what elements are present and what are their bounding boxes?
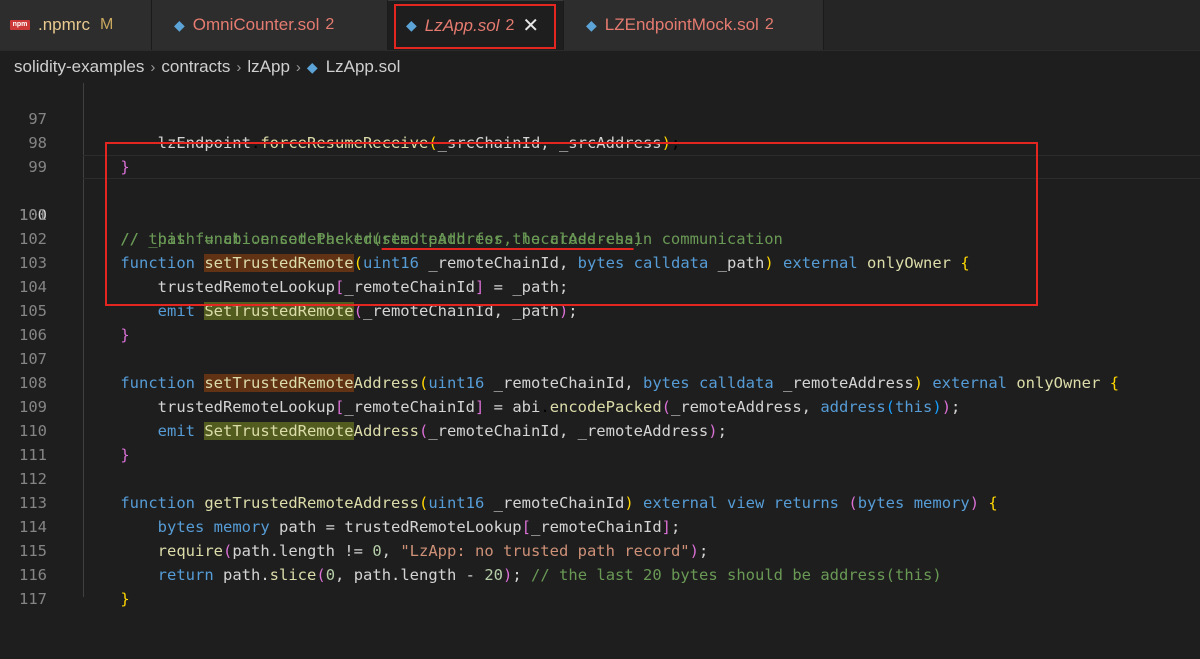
breadcrumb-item[interactable]: solidity-examples xyxy=(14,57,144,77)
code-line[interactable]: 113 bytes memory path = trustedRemoteLoo… xyxy=(0,467,1200,536)
code-line[interactable]: 117 xyxy=(0,563,1200,608)
tab-label: LZEndpointMock.sol xyxy=(604,15,759,34)
tab-bar: npm .npmrc M ◆ OmniCounter.sol 2 ◆ LzApp… xyxy=(0,0,1200,51)
tab-label: OmniCounter.sol xyxy=(192,15,320,34)
tab-badge: M xyxy=(99,16,114,33)
code-line[interactable]: 98 } xyxy=(0,107,1200,176)
code-line[interactable]: 112 function getTrustedRemoteAddress(uin… xyxy=(0,443,1200,512)
tab-badge: 2 xyxy=(325,16,335,33)
code-line[interactable]: 109 emit SetTrustedRemoteAddress(_remote… xyxy=(0,371,1200,440)
breadcrumb-item[interactable]: contracts xyxy=(161,57,230,77)
code-line[interactable]: 111 xyxy=(0,419,1200,464)
tab-badge: 2 xyxy=(764,16,774,33)
tab-lzendpointmock[interactable]: ◆ LZEndpointMock.sol 2 xyxy=(564,0,824,50)
tab-omnicounter[interactable]: ◆ OmniCounter.sol 2 xyxy=(152,0,388,50)
breadcrumb: solidity-examples › contracts › lzApp › … xyxy=(0,51,1200,83)
code-line[interactable]: 97 lzEndpoint.forceResumeReceive(_srcCha… xyxy=(0,83,1200,152)
solidity-icon: ◆ xyxy=(586,16,597,33)
solidity-icon: ◆ xyxy=(174,16,185,33)
tab-npmrc[interactable]: npm .npmrc M xyxy=(0,0,152,50)
code-text: } xyxy=(120,590,130,608)
npm-icon: npm xyxy=(10,20,30,30)
code-line[interactable]: 116 } xyxy=(0,539,1200,608)
code-highlight-box xyxy=(105,142,1038,306)
chevron-right-icon: › xyxy=(150,58,156,76)
solidity-icon: ◆ xyxy=(306,58,318,75)
code-line[interactable]: 108 trustedRemoteLookup[_remoteChainId] … xyxy=(0,347,1200,416)
code-line[interactable]: 115 return path.slice(0, path.length - 2… xyxy=(0,515,1200,584)
tab-highlight-box xyxy=(394,4,556,49)
code-line[interactable]: 114 require(path.length != 0, "LzApp: no… xyxy=(0,491,1200,560)
breadcrumb-item[interactable]: LzApp.sol xyxy=(326,57,401,77)
code-line[interactable]: 110 } xyxy=(0,395,1200,464)
line-number: 117 xyxy=(19,590,47,608)
breadcrumb-item[interactable]: lzApp xyxy=(247,57,290,77)
chevron-right-icon: › xyxy=(236,58,242,76)
chevron-right-icon: › xyxy=(295,58,301,76)
tab-label: .npmrc xyxy=(38,15,90,34)
code-line[interactable]: 107 function setTrustedRemoteAddress(uin… xyxy=(0,323,1200,392)
